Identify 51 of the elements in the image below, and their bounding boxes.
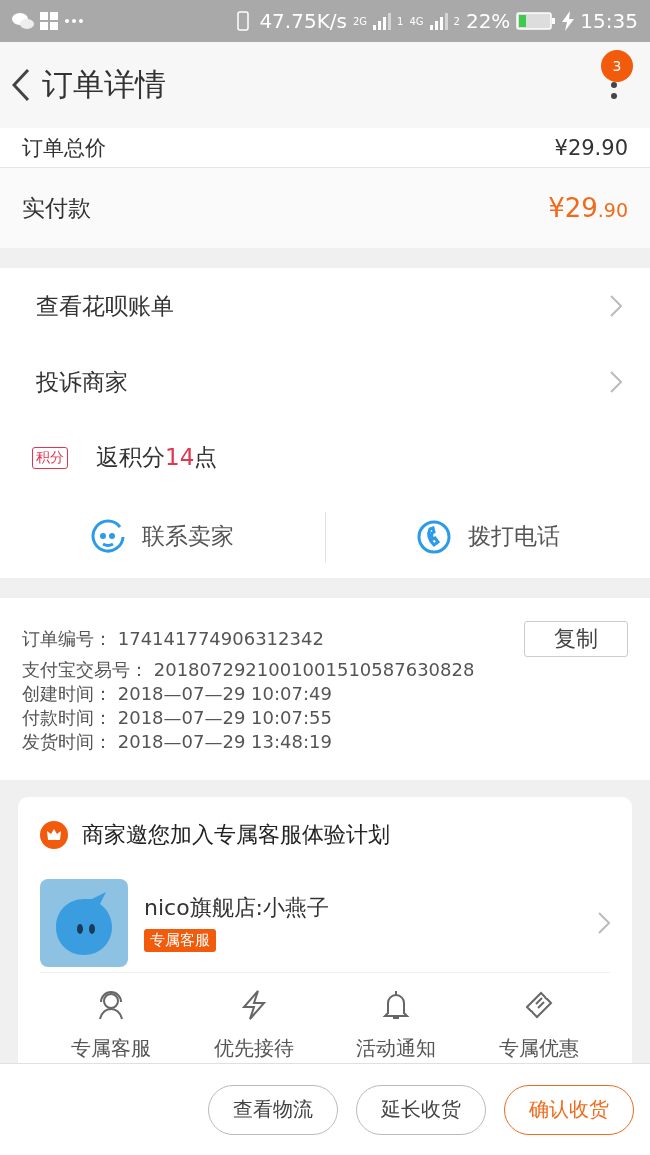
page-title: 订单详情 [42, 65, 166, 104]
copy-button[interactable]: 复制 [524, 621, 628, 657]
battery-icon [516, 12, 557, 30]
points-text: 返积分14点 [96, 443, 218, 472]
feature-label: 专属优惠 [498, 1035, 579, 1062]
charging-icon [562, 11, 575, 31]
info-line: 付款时间： 2018—07—29 10:07:55 [22, 706, 332, 730]
feature-label: 优先接待 [213, 1035, 294, 1062]
chevron-right-icon [610, 295, 622, 317]
info-line: 发货时间： 2018—07—29 13:48:19 [22, 730, 332, 754]
sim-number: 1 [397, 15, 404, 27]
bell-icon [382, 989, 411, 1021]
signal-icon [429, 12, 448, 30]
network-type: 4G [409, 15, 424, 27]
link-row[interactable]: 查看花呗账单 [0, 268, 650, 344]
feature-label: 专属客服 [71, 1035, 152, 1062]
more-icon [64, 18, 84, 24]
battery-percent: 22% [465, 9, 511, 33]
apps-icon [40, 12, 58, 30]
sim-number: 2 [453, 15, 460, 27]
lightning-icon [239, 989, 268, 1021]
clock: 15:35 [580, 9, 638, 33]
points-tag: 积分 [32, 446, 68, 469]
mascot-avatar-icon [40, 878, 128, 967]
price: ¥29.90 [554, 135, 628, 160]
feature-label: 活动通知 [356, 1035, 437, 1062]
row-label: 实付款 [22, 193, 91, 223]
link-row[interactable]: 投诉商家 [0, 344, 650, 420]
paid-amount: ¥29.90 [548, 193, 628, 223]
signal-icon [373, 12, 392, 30]
network-type: 2G [352, 15, 368, 27]
row-label: 订单总价 [22, 134, 106, 162]
service-tag: 专属客服 [144, 929, 216, 952]
chat-bubble-icon [90, 518, 127, 555]
shop-row[interactable]: nico旗舰店:小燕子 专属客服 [40, 873, 610, 973]
chevron-right-icon [610, 371, 622, 393]
info-line: 订单编号： 174141774906312342 [22, 627, 324, 651]
network-speed: 47.75K/s [259, 9, 347, 33]
phone-icon [415, 518, 452, 555]
contact-button[interactable]: 拨打电话 [325, 511, 650, 562]
info-line: 支付宝交易号： 2018072921001001510587630828 [22, 658, 475, 682]
notification-badge: 3 [601, 50, 633, 82]
action-button[interactable]: 查看物流 [208, 1084, 338, 1135]
crown-icon [40, 821, 68, 849]
card-title: 商家邀您加入专属客服体验计划 [82, 821, 390, 849]
back-icon[interactable] [12, 68, 30, 102]
info-line: 创建时间： 2018—07—29 10:07:49 [22, 682, 332, 706]
contact-button[interactable]: 联系卖家 [0, 511, 325, 562]
chat-app-icon [12, 12, 34, 30]
action-button[interactable]: 延长收货 [356, 1084, 486, 1135]
chevron-right-icon [598, 911, 610, 934]
